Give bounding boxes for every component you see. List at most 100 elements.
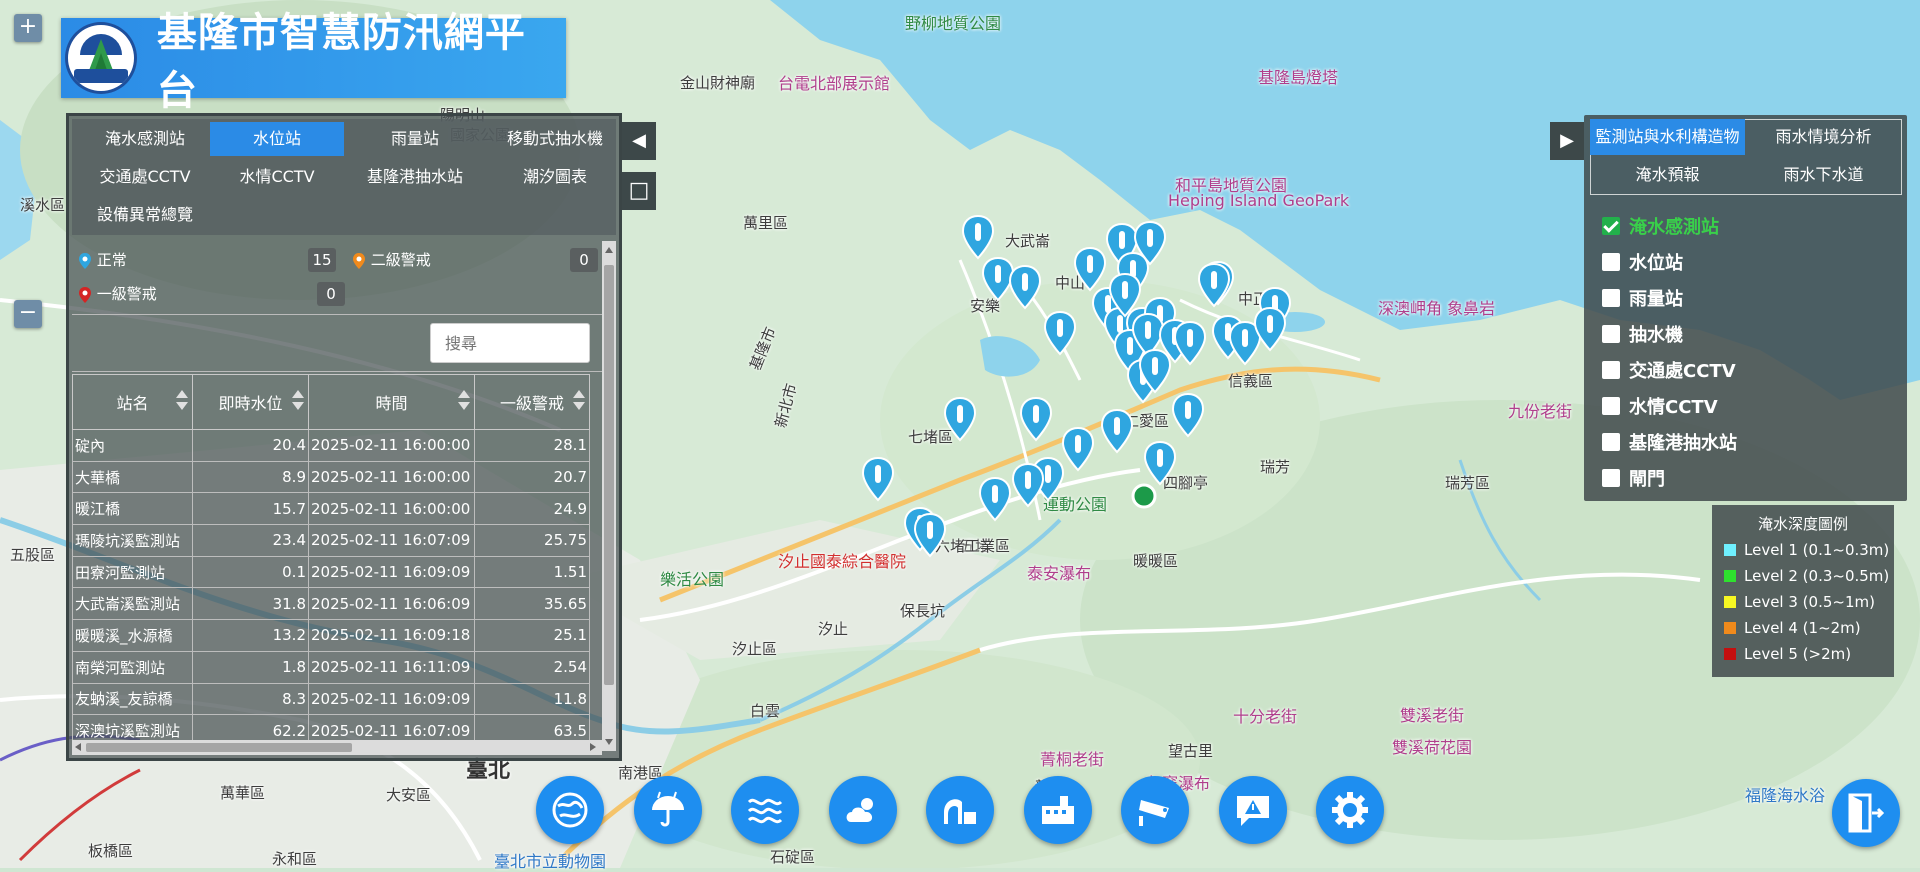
- current-location-icon: [1131, 483, 1157, 509]
- cell-water-level: 31.8: [192, 587, 309, 621]
- station-marker[interactable]: [1043, 310, 1077, 356]
- layer-toggle-label: 抽水機: [1629, 325, 1683, 346]
- layer-toggle-5[interactable]: 水情CCTV: [1602, 391, 1718, 421]
- checkbox[interactable]: [1602, 325, 1620, 343]
- legend-item: Level 2 (0.3~0.5m): [1712, 563, 1894, 589]
- table-row[interactable]: 暖暖溪_水源橋 13.2 2025-02-11 16:09:18 25.1: [72, 619, 590, 652]
- station-marker[interactable]: [1100, 408, 1134, 454]
- checkbox[interactable]: [1602, 289, 1620, 307]
- cell-water-level: 20.4: [192, 429, 309, 462]
- station-marker[interactable]: [1008, 264, 1042, 310]
- tab-layer-2[interactable]: 雨量站: [348, 122, 482, 156]
- checkbox[interactable]: [1602, 397, 1620, 415]
- checkbox[interactable]: [1602, 361, 1620, 379]
- right-tab-2[interactable]: 淹水預報: [1590, 157, 1745, 193]
- sort-icon[interactable]: [292, 390, 304, 412]
- station-marker[interactable]: [1019, 396, 1053, 442]
- station-marker[interactable]: [1171, 392, 1205, 438]
- table-row[interactable]: 大華橋 8.9 2025-02-11 16:00:00 20.7: [72, 460, 590, 494]
- water-gauge-button[interactable]: [926, 776, 994, 844]
- settings-button[interactable]: [1316, 776, 1384, 844]
- horizontal-scrollbar[interactable]: [72, 740, 602, 755]
- col-level1-warning[interactable]: 一級警戒: [474, 374, 590, 430]
- logout-button[interactable]: [1832, 779, 1900, 847]
- pump-station-button[interactable]: [1024, 776, 1092, 844]
- layer-toggle-1[interactable]: 水位站: [1602, 247, 1683, 277]
- alert-button[interactable]: [1219, 776, 1287, 844]
- legend-label: Level 1 (0.1~0.3m): [1744, 541, 1890, 559]
- vertical-scroll-thumb[interactable]: [604, 265, 614, 685]
- station-marker[interactable]: [1061, 426, 1095, 472]
- station-list-panel: 淹水感測站 水位站 雨量站 移動式抽水機交通處CCTV 水情CCTV 基隆港抽水站 潮汐圖表…: [66, 113, 622, 761]
- expand-right-panel-button[interactable]: ▶: [1550, 122, 1584, 160]
- tab-layer-3[interactable]: 移動式抽水機: [488, 122, 622, 156]
- col-station-name[interactable]: 站名: [72, 374, 193, 430]
- tab-layer-4[interactable]: 交通處CCTV: [78, 160, 212, 194]
- layer-toggle-7[interactable]: 閘門: [1602, 463, 1665, 493]
- table-row[interactable]: 南榮河監測站 1.8 2025-02-11 16:11:09 2.54: [72, 650, 590, 684]
- station-marker[interactable]: [1073, 246, 1107, 292]
- tab-layer-6[interactable]: 基隆港抽水站: [348, 160, 482, 194]
- vertical-scrollbar[interactable]: [602, 241, 616, 751]
- rain-button[interactable]: [634, 776, 702, 844]
- station-marker[interactable]: [1197, 262, 1231, 308]
- weather-button[interactable]: [829, 776, 897, 844]
- table-row[interactable]: 田寮河監測站 0.1 2025-02-11 16:09:09 1.51: [72, 555, 590, 589]
- layer-toggle-6[interactable]: 基隆港抽水站: [1602, 427, 1737, 457]
- cell-level1-warning: 24.9: [474, 492, 590, 526]
- right-tab-0[interactable]: 監測站與水利構造物: [1590, 119, 1745, 155]
- table-row[interactable]: 友蚋溪_友諒橋 8.3 2025-02-11 16:09:09 11.8: [72, 682, 590, 716]
- scroll-up-icon[interactable]: [605, 247, 613, 253]
- legend-items: Level 1 (0.1~0.3m) Level 2 (0.3~0.5m) Leve…: [1712, 537, 1894, 667]
- tab-layer-7[interactable]: 潮汐圖表: [488, 160, 622, 194]
- scroll-down-icon[interactable]: [605, 739, 613, 745]
- sort-icon[interactable]: [573, 390, 585, 412]
- legend-item: Level 5 (>2m): [1712, 641, 1894, 667]
- scroll-left-icon[interactable]: [75, 743, 81, 751]
- table-row[interactable]: 碇內 20.4 2025-02-11 16:00:00 28.1: [72, 429, 590, 462]
- horizontal-scroll-thumb[interactable]: [86, 743, 352, 752]
- station-marker[interactable]: [981, 256, 1015, 302]
- station-marker[interactable]: [978, 476, 1012, 522]
- layer-toggle-0[interactable]: 淹水感測站: [1602, 211, 1719, 241]
- station-marker[interactable]: [861, 456, 895, 502]
- globe-refresh-button[interactable]: [536, 776, 604, 844]
- collapse-left-panel-button[interactable]: ◀: [622, 122, 656, 160]
- tab-layer-0[interactable]: 淹水感測站: [78, 122, 212, 156]
- station-marker[interactable]: [1143, 440, 1177, 486]
- zoom-out-button[interactable]: −: [14, 300, 42, 328]
- checkbox[interactable]: [1602, 469, 1620, 487]
- sort-icon[interactable]: [176, 390, 188, 412]
- toggle-panel-square-button[interactable]: □: [622, 172, 656, 210]
- scroll-right-icon[interactable]: [590, 743, 596, 751]
- col-time[interactable]: 時間: [308, 374, 475, 430]
- col-water-level[interactable]: 即時水位: [192, 374, 309, 430]
- tab-layer-5[interactable]: 水情CCTV: [210, 160, 344, 194]
- station-marker[interactable]: [1011, 462, 1045, 508]
- tab-layer-1[interactable]: 水位站: [210, 122, 344, 156]
- station-marker[interactable]: [943, 396, 977, 442]
- search-input[interactable]: [430, 323, 590, 363]
- zoom-in-button[interactable]: +: [14, 14, 42, 42]
- cctv-button[interactable]: [1121, 776, 1189, 844]
- status-level1-count: 0: [317, 282, 345, 306]
- sort-icon[interactable]: [458, 390, 470, 412]
- gear-icon: [1332, 792, 1368, 828]
- tab-layer-8[interactable]: 設備異常總覽: [78, 198, 212, 232]
- layer-toggle-3[interactable]: 抽水機: [1602, 319, 1683, 349]
- station-marker[interactable]: [961, 214, 995, 260]
- layer-toggle-2[interactable]: 雨量站: [1602, 283, 1683, 313]
- legend-item: Level 4 (1~2m): [1712, 615, 1894, 641]
- water-level-button[interactable]: [731, 776, 799, 844]
- table-row[interactable]: 瑪陵坑溪監測站 23.4 2025-02-11 16:07:09 25.75: [72, 524, 590, 557]
- globe-refresh-icon: [552, 792, 588, 828]
- right-tab-3[interactable]: 雨水下水道: [1746, 157, 1901, 193]
- table-row[interactable]: 暖江橋 15.7 2025-02-11 16:00:00 24.9: [72, 492, 590, 526]
- layer-toggle-4[interactable]: 交通處CCTV: [1602, 355, 1736, 385]
- checkbox[interactable]: [1602, 253, 1620, 271]
- logout-icon: [1848, 793, 1884, 833]
- table-row[interactable]: 大武崙溪監測站 31.8 2025-02-11 16:06:09 35.65: [72, 587, 590, 621]
- checkbox[interactable]: [1602, 433, 1620, 451]
- checkbox[interactable]: [1602, 217, 1620, 235]
- right-tab-1[interactable]: 雨水情境分析: [1746, 119, 1901, 155]
